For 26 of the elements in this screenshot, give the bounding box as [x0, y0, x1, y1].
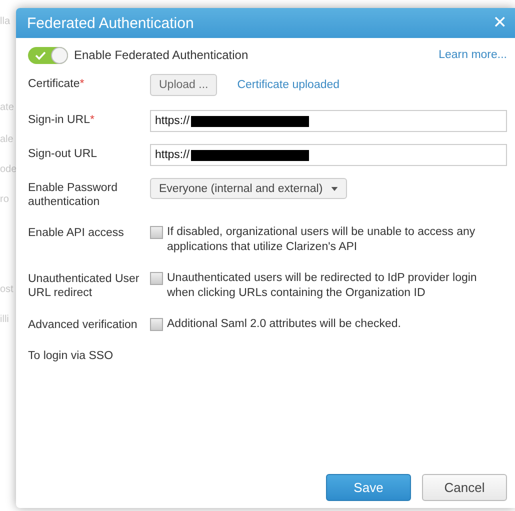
field-label: Certificate*	[28, 77, 86, 92]
toggle-label: Enable Federated Authentication	[74, 48, 250, 62]
field-label: Enable API access	[28, 226, 125, 241]
learn-more-link[interactable]: Learn more...	[438, 49, 507, 61]
cancel-button[interactable]: Cancel	[422, 474, 507, 501]
toggle-switch[interactable]	[28, 46, 68, 64]
field-label: Unauthenticated User URL redirect	[28, 272, 140, 301]
access-dropdown[interactable]: Everyone (internal and external)	[150, 178, 347, 199]
checkbox-description: Unauthenticated users will be redirected to IdP provider login when clicking URLs containing the Organization ID	[167, 271, 478, 301]
field-label: Advanced verification	[28, 318, 138, 332]
checkbox[interactable]	[150, 226, 163, 239]
field-label: Enable Password authentication	[28, 181, 118, 209]
dialog-title: Federated Authentication	[27, 14, 195, 32]
field-label: To login via SSO	[28, 349, 114, 363]
checkbox-description: If disabled, organizational users will be unable to access any applications that utilize Clarizen's API	[167, 225, 476, 255]
checkbox[interactable]	[150, 272, 163, 285]
url-field[interactable]: https://	[150, 110, 507, 132]
field-label: Sign-out URL	[28, 147, 98, 162]
caret-icon	[330, 186, 338, 190]
check-icon	[35, 50, 46, 60]
upload-button[interactable]: Upload ...	[150, 74, 218, 96]
checkbox[interactable]	[150, 318, 163, 331]
field-label: Sign-in URL*	[28, 113, 96, 128]
url-field[interactable]: https://	[150, 144, 507, 166]
checkbox-description: Additional Saml 2.0 attributes will be checked.	[167, 317, 402, 332]
upload-status: Certificate uploaded	[237, 79, 340, 91]
